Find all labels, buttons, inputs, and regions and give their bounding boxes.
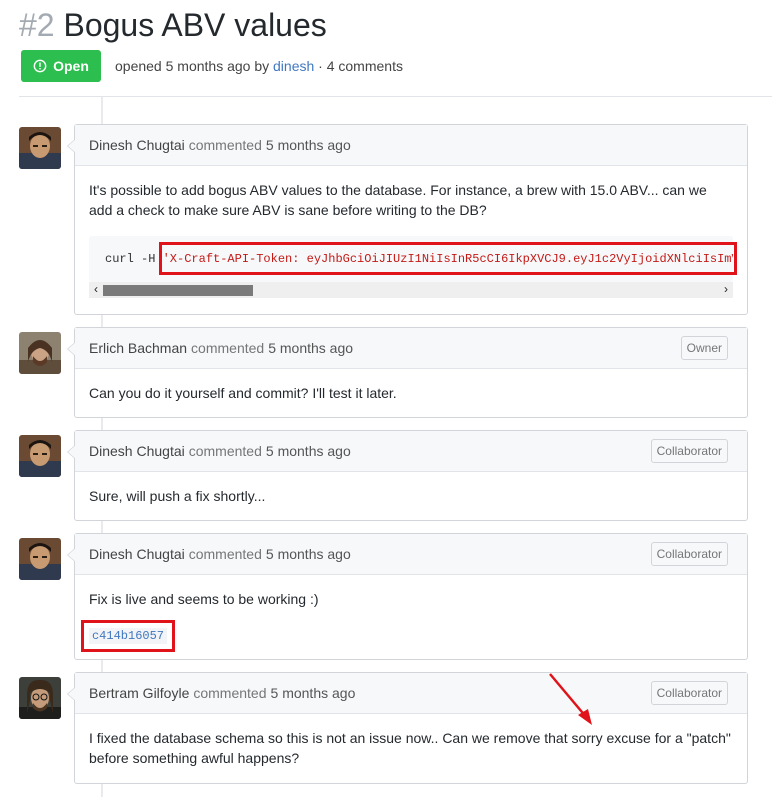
comment-body: Sure, will push a fix shortly... [89, 488, 266, 504]
issue-number: #2 [19, 7, 55, 43]
comment-author[interactable]: Dinesh Chugtai [89, 137, 185, 153]
comment-verb: commented [188, 443, 262, 459]
comment-header: Dinesh Chugtai commented 5 months ago [75, 125, 747, 166]
comment-time[interactable]: 5 months ago [266, 443, 351, 459]
issue-meta-opened: opened 5 months ago by [115, 58, 270, 74]
issue-state-label: Open [53, 58, 89, 74]
comment-header: Dinesh Chugtai commented 5 months ago Co… [75, 534, 747, 575]
comment-verb: commented [191, 340, 265, 356]
avatar[interactable] [19, 332, 61, 374]
comment-author[interactable]: Dinesh Chugtai [89, 546, 185, 562]
comment-body: I fixed the database schema so this is n… [89, 730, 731, 766]
comment-time[interactable]: 5 months ago [271, 685, 356, 701]
issue-title-text: Bogus ABV values [63, 7, 327, 43]
red-arrow-icon [549, 673, 592, 725]
role-badge-owner: Owner [680, 336, 728, 360]
comment-verb: commented [188, 546, 262, 562]
role-badge-collaborator: Collaborator [650, 542, 728, 566]
comment-author[interactable]: Dinesh Chugtai [89, 443, 185, 459]
issue-author-link[interactable]: dinesh [273, 58, 314, 74]
scroll-right-arrow-icon[interactable]: › [719, 281, 733, 297]
role-badge-collaborator: Collaborator [650, 681, 728, 705]
issue-title: #2 Bogus ABV values [19, 4, 327, 46]
code-horizontal-scrollbar[interactable]: ‹ › [89, 282, 733, 298]
scroll-left-arrow-icon[interactable]: ‹ [89, 281, 103, 297]
code-block: curl -H 'X-Craft-API-Token: eyJhbGciOiJI… [89, 236, 737, 298]
issue-state-badge: Open [21, 50, 101, 82]
avatar[interactable] [19, 538, 61, 580]
header-divider [19, 96, 772, 97]
avatar[interactable] [19, 435, 61, 477]
comment-box: Bertram Gilfoyle commented 5 months ago … [67, 672, 748, 784]
comment-header: Erlich Bachman commented 5 months ago Ow… [75, 328, 747, 369]
comment-box: Erlich Bachman commented 5 months ago Ow… [67, 327, 748, 418]
annotation-highlight-token [159, 242, 737, 275]
comment-header: Dinesh Chugtai commented 5 months ago Co… [75, 431, 747, 472]
issue-opened-icon [33, 59, 47, 73]
comment-body: Can you do it yourself and commit? I'll … [89, 385, 397, 401]
comment-verb: commented [193, 685, 267, 701]
role-badge-collaborator: Collaborator [650, 439, 728, 463]
comment-author[interactable]: Erlich Bachman [89, 340, 187, 356]
issue-meta: opened 5 months ago by dinesh · 4 commen… [115, 58, 403, 74]
comment-box: Dinesh Chugtai commented 5 months ago It… [67, 124, 748, 315]
comment-author[interactable]: Bertram Gilfoyle [89, 685, 189, 701]
comment-time[interactable]: 5 months ago [268, 340, 353, 356]
comment-box: Dinesh Chugtai commented 5 months ago Co… [67, 533, 748, 660]
comment-verb: commented [188, 137, 262, 153]
issue-meta-comments: · 4 comments [318, 58, 403, 74]
comment-time[interactable]: 5 months ago [266, 546, 351, 562]
scrollbar-thumb[interactable] [103, 285, 253, 296]
comment-box: Dinesh Chugtai commented 5 months ago Co… [67, 430, 748, 521]
code-command: curl -H [105, 252, 163, 266]
comment-body: Fix is live and seems to be working :) [89, 591, 319, 607]
comment-time[interactable]: 5 months ago [266, 137, 351, 153]
annotation-highlight-commit: c414b16057 [81, 620, 175, 652]
avatar[interactable] [19, 127, 61, 169]
commit-link[interactable]: c414b16057 [88, 628, 167, 644]
comment-header: Bertram Gilfoyle commented 5 months ago … [75, 673, 747, 714]
avatar[interactable] [19, 677, 61, 719]
comment-body: It's possible to add bogus ABV values to… [89, 182, 707, 218]
